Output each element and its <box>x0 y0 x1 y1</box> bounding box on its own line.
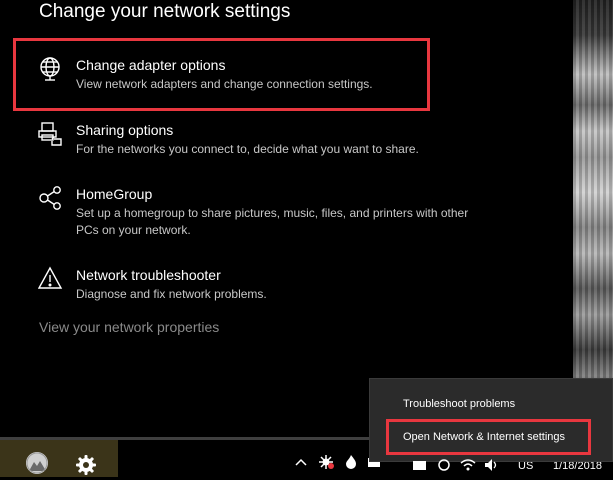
view-network-properties-link[interactable]: View your network properties <box>39 318 219 336</box>
highlight-box-adapter <box>13 38 430 111</box>
sync-icon[interactable] <box>436 458 452 477</box>
network-troubleshooter[interactable]: Network troubleshooter Diagnose and fix … <box>38 266 488 306</box>
homegroup[interactable]: HomeGroup Set up a homegroup to share pi… <box>38 185 488 241</box>
wifi-icon[interactable] <box>460 458 476 477</box>
option-title: Sharing options <box>76 122 174 138</box>
taskbar-pinned-area <box>0 440 118 477</box>
user-icon[interactable] <box>26 452 48 474</box>
troubleshoot-problems-item[interactable]: Troubleshoot problems <box>370 389 613 419</box>
page-title: Change your network settings <box>39 1 291 22</box>
option-title: HomeGroup <box>76 186 153 202</box>
homegroup-icon <box>38 185 66 213</box>
option-description: Diagnose and fix network problems. <box>76 287 267 301</box>
gear-icon[interactable] <box>76 455 96 475</box>
option-description: Set up a homegroup to share pictures, mu… <box>76 206 469 237</box>
menu-item-label: Troubleshoot problems <box>403 398 516 410</box>
sharing-icon <box>38 121 66 149</box>
volume-icon[interactable] <box>484 458 500 477</box>
chevron-up-icon[interactable] <box>293 454 309 470</box>
network-settings-panel: Change your network settings Change adap… <box>0 0 573 437</box>
sharing-options[interactable]: Sharing options For the networks you con… <box>38 121 488 161</box>
tray-icons-row <box>412 458 552 472</box>
option-title: Network troubleshooter <box>76 267 221 283</box>
flame-icon[interactable] <box>343 454 359 470</box>
desktop-wallpaper <box>573 0 613 437</box>
warning-icon <box>38 266 66 294</box>
network-status-icon[interactable] <box>318 454 334 470</box>
highlight-box-network-settings <box>386 419 591 455</box>
option-description: For the networks you connect to, decide … <box>76 142 419 156</box>
onedrive-icon[interactable] <box>412 458 428 477</box>
